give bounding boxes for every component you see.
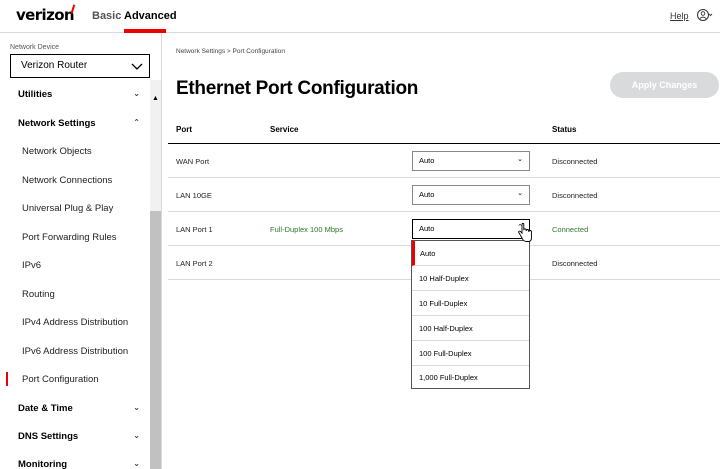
sidebar-item-label: IPv6 bbox=[22, 260, 42, 271]
select-value: Auto bbox=[419, 224, 435, 233]
sidebar-item-label: Port Forwarding Rules bbox=[22, 232, 117, 243]
sidebar-group-network-settings[interactable]: Network Settings ⌃ bbox=[0, 118, 150, 129]
duplex-dropdown-list: Auto 10 Half-Duplex 10 Full-Duplex 100 H… bbox=[411, 240, 530, 389]
sidebar-item-label: Port Configuration bbox=[22, 374, 99, 385]
device-select-value: Verizon Router bbox=[21, 60, 88, 71]
sidebar-item-label: Network Connections bbox=[22, 175, 113, 186]
tab-advanced[interactable]: Advanced bbox=[124, 10, 177, 22]
duplex-select[interactable]: Auto ⌄ bbox=[412, 151, 530, 171]
sidebar-item-port-forwarding[interactable]: Port Forwarding Rules bbox=[0, 232, 150, 243]
sidebar-item-label: IPv6 Address Distribution bbox=[22, 346, 129, 357]
sidebar-item-ipv6[interactable]: IPv6 bbox=[0, 260, 150, 271]
user-icon[interactable] bbox=[697, 8, 713, 22]
column-header-port: Port bbox=[176, 125, 192, 134]
port-service: Full-Duplex 100 Mbps bbox=[270, 225, 343, 234]
sidebar-item-label: Network Objects bbox=[22, 146, 92, 157]
sidebar: Network Device Verizon Router Utilities … bbox=[0, 33, 162, 469]
device-select[interactable]: Verizon Router bbox=[10, 54, 150, 78]
sidebar-item-ipv6-distribution[interactable]: IPv6 Address Distribution bbox=[0, 346, 150, 357]
table-row-lan10ge: LAN 10GE Auto ⌄ Disconnected bbox=[168, 178, 720, 212]
chevron-down-icon: ⌄ bbox=[133, 459, 140, 468]
port-status: Disconnected bbox=[552, 157, 598, 166]
port-name: WAN Port bbox=[176, 157, 210, 166]
chevron-down-icon: ⌄ bbox=[517, 190, 523, 197]
port-name: LAN Port 2 bbox=[176, 259, 213, 268]
dropdown-option[interactable]: 10 Half-Duplex bbox=[412, 266, 529, 291]
select-value: Auto bbox=[419, 190, 435, 199]
top-bar: verizon Basic Advanced Help bbox=[0, 0, 720, 33]
port-status: Disconnected bbox=[552, 259, 598, 268]
sidebar-group-utilities[interactable]: Utilities ⌄ bbox=[0, 89, 150, 100]
sidebar-item-label: Routing bbox=[22, 289, 55, 300]
dropdown-option[interactable]: Auto bbox=[412, 241, 529, 266]
sidebar-item-port-configuration[interactable]: Port Configuration bbox=[0, 374, 150, 385]
duplex-select[interactable]: Auto ⌄ bbox=[412, 185, 530, 205]
chevron-down-icon: ⌄ bbox=[133, 431, 140, 440]
sidebar-item-label: Date & Time bbox=[18, 403, 73, 414]
hand-cursor-icon bbox=[518, 223, 532, 242]
dropdown-option[interactable]: 100 Half-Duplex bbox=[412, 316, 529, 341]
scroll-up-icon[interactable]: ▲ bbox=[152, 95, 159, 102]
chevron-up-icon: ⌃ bbox=[133, 118, 140, 127]
chevron-down-icon: ⌄ bbox=[133, 403, 140, 412]
chevron-down-icon: ⌄ bbox=[517, 156, 523, 163]
duplex-select-open[interactable]: Auto ⌃ bbox=[412, 219, 530, 239]
sidebar-item-routing[interactable]: Routing bbox=[0, 289, 150, 300]
sidebar-group-monitoring[interactable]: Monitoring ⌄ bbox=[0, 459, 150, 469]
sidebar-item-label: Universal Plug & Play bbox=[22, 203, 114, 214]
sidebar-item-network-connections[interactable]: Network Connections bbox=[0, 175, 150, 186]
sidebar-item-upnp[interactable]: Universal Plug & Play bbox=[0, 203, 150, 214]
sidebar-item-label: Utilities bbox=[18, 89, 53, 100]
sidebar-item-label: IPv4 Address Distribution bbox=[22, 317, 129, 328]
sidebar-item-label: Network Settings bbox=[18, 118, 96, 129]
select-value: Auto bbox=[419, 156, 435, 165]
apply-changes-button[interactable]: Apply Changes bbox=[610, 72, 719, 98]
column-header-service: Service bbox=[270, 125, 299, 134]
dropdown-option[interactable]: 1,000 Full-Duplex bbox=[412, 365, 529, 390]
chevron-down-icon bbox=[131, 63, 143, 70]
breadcrumb[interactable]: Network Settings > Port Configuration bbox=[176, 48, 285, 55]
help-link[interactable]: Help bbox=[670, 11, 689, 21]
sidebar-item-label: Monitoring bbox=[18, 459, 68, 469]
table-row-wan: WAN Port Auto ⌄ Disconnected bbox=[168, 144, 720, 178]
page-title: Ethernet Port Configuration bbox=[176, 78, 419, 99]
device-label: Network Device bbox=[10, 44, 60, 51]
sidebar-item-label: DNS Settings bbox=[18, 431, 79, 442]
dropdown-option[interactable]: 10 Full-Duplex bbox=[412, 291, 529, 316]
port-status: Disconnected bbox=[552, 191, 598, 200]
sidebar-group-dns-settings[interactable]: DNS Settings ⌄ bbox=[0, 431, 150, 442]
sidebar-item-ipv4-distribution[interactable]: IPv4 Address Distribution bbox=[0, 317, 150, 328]
column-header-status: Status bbox=[552, 125, 577, 134]
dropdown-option[interactable]: 100 Full-Duplex bbox=[412, 341, 529, 366]
sidebar-scrollbar-thumb[interactable] bbox=[150, 211, 161, 469]
chevron-down-icon: ⌄ bbox=[133, 89, 140, 98]
port-name: LAN 10GE bbox=[176, 191, 212, 200]
verizon-logo[interactable]: verizon bbox=[16, 6, 75, 24]
table-header: Port Service Status bbox=[168, 118, 720, 144]
sidebar-item-network-objects[interactable]: Network Objects bbox=[0, 146, 150, 157]
port-status: Connected bbox=[552, 225, 589, 234]
sidebar-group-date-time[interactable]: Date & Time ⌄ bbox=[0, 403, 150, 414]
port-name: LAN Port 1 bbox=[176, 225, 213, 234]
tab-basic[interactable]: Basic bbox=[92, 10, 121, 22]
